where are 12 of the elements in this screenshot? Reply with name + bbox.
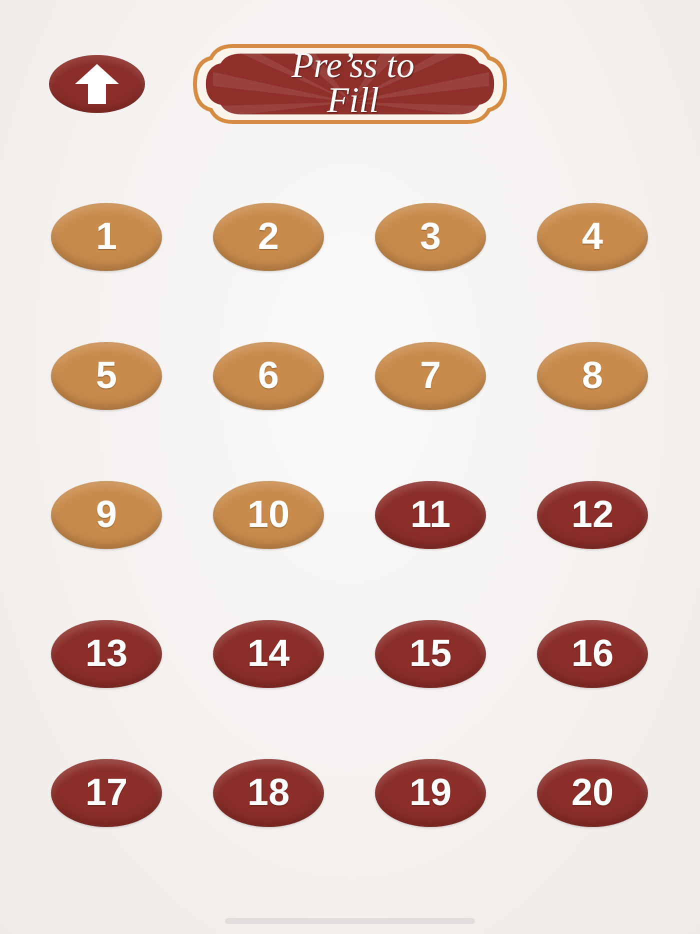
number-button[interactable]: 17 (51, 759, 162, 827)
logo-text: Pre’ss to Fill (290, 48, 416, 118)
number-button[interactable]: 13 (51, 620, 162, 688)
number-button[interactable]: 18 (213, 759, 324, 827)
number-button[interactable]: 14 (213, 620, 324, 688)
number-button[interactable]: 20 (537, 759, 648, 827)
number-button[interactable]: 12 (537, 481, 648, 549)
up-arrow-icon (75, 64, 119, 104)
number-button[interactable]: 19 (375, 759, 486, 827)
number-button[interactable]: 11 (375, 481, 486, 549)
number-button[interactable]: 15 (375, 620, 486, 688)
number-button[interactable]: 16 (537, 620, 648, 688)
